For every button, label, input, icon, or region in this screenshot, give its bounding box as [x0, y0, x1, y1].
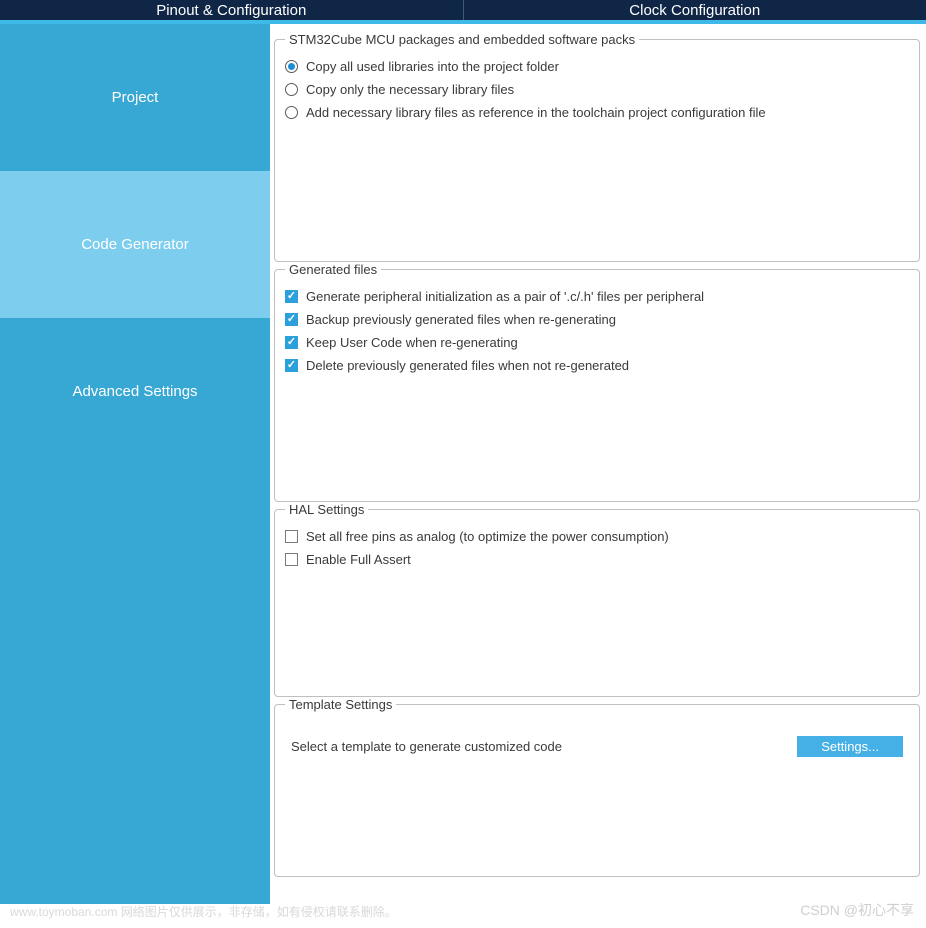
checkbox-row-keep-user-code[interactable]: Keep User Code when re-generating: [285, 331, 909, 354]
radio-label: Add necessary library files as reference…: [306, 105, 766, 120]
checkbox-icon[interactable]: [285, 336, 298, 349]
radio-row-copy-all[interactable]: Copy all used libraries into the project…: [285, 55, 909, 78]
radio-icon[interactable]: [285, 83, 298, 96]
tab-pinout-configuration[interactable]: Pinout & Configuration: [0, 0, 464, 20]
checkbox-row-delete-generated[interactable]: Delete previously generated files when n…: [285, 354, 909, 377]
fieldset-template-settings: Template Settings Select a template to g…: [274, 697, 920, 877]
sidebar: Project Code Generator Advanced Settings: [0, 24, 270, 904]
checkbox-label: Set all free pins as analog (to optimize…: [306, 529, 669, 544]
checkbox-label: Keep User Code when re-generating: [306, 335, 518, 350]
checkbox-icon[interactable]: [285, 530, 298, 543]
settings-button[interactable]: Settings...: [797, 736, 903, 757]
checkbox-label: Enable Full Assert: [306, 552, 411, 567]
checkbox-icon[interactable]: [285, 553, 298, 566]
fieldset-mcu-packages: STM32Cube MCU packages and embedded soft…: [274, 32, 920, 262]
radio-row-copy-necessary[interactable]: Copy only the necessary library files: [285, 78, 909, 101]
checkbox-label: Generate peripheral initialization as a …: [306, 289, 704, 304]
sidebar-item-code-generator[interactable]: Code Generator: [0, 171, 270, 318]
checkbox-label: Backup previously generated files when r…: [306, 312, 616, 327]
watermark-right: CSDN @初心不享: [800, 900, 914, 920]
radio-label: Copy only the necessary library files: [306, 82, 514, 97]
tab-clock-configuration[interactable]: Clock Configuration: [464, 0, 926, 20]
top-tabs: Pinout & Configuration Clock Configurati…: [0, 0, 926, 24]
legend-mcu-packages: STM32Cube MCU packages and embedded soft…: [285, 32, 639, 47]
radio-icon[interactable]: [285, 106, 298, 119]
sidebar-item-advanced-settings[interactable]: Advanced Settings: [0, 318, 270, 465]
sidebar-fill: [0, 465, 270, 904]
radio-icon[interactable]: [285, 60, 298, 73]
template-description: Select a template to generate customized…: [291, 739, 562, 754]
checkbox-label: Delete previously generated files when n…: [306, 358, 629, 373]
checkbox-row-enable-full-assert[interactable]: Enable Full Assert: [285, 548, 909, 571]
checkbox-icon[interactable]: [285, 313, 298, 326]
sidebar-item-project[interactable]: Project: [0, 24, 270, 171]
checkbox-row-backup-files[interactable]: Backup previously generated files when r…: [285, 308, 909, 331]
legend-generated-files: Generated files: [285, 262, 381, 277]
checkbox-icon[interactable]: [285, 359, 298, 372]
fieldset-generated-files: Generated files Generate peripheral init…: [274, 262, 920, 502]
checkbox-icon[interactable]: [285, 290, 298, 303]
radio-row-add-reference[interactable]: Add necessary library files as reference…: [285, 101, 909, 124]
legend-template-settings: Template Settings: [285, 697, 396, 712]
fieldset-hal-settings: HAL Settings Set all free pins as analog…: [274, 502, 920, 697]
watermark-left: www.toymoban.com 网络图片仅供展示，非存储，如有侵权请联系删除。: [10, 903, 397, 920]
main-panel: STM32Cube MCU packages and embedded soft…: [270, 24, 926, 904]
checkbox-row-free-pins-analog[interactable]: Set all free pins as analog (to optimize…: [285, 525, 909, 548]
checkbox-row-generate-peripheral[interactable]: Generate peripheral initialization as a …: [285, 285, 909, 308]
legend-hal-settings: HAL Settings: [285, 502, 368, 517]
radio-label: Copy all used libraries into the project…: [306, 59, 559, 74]
